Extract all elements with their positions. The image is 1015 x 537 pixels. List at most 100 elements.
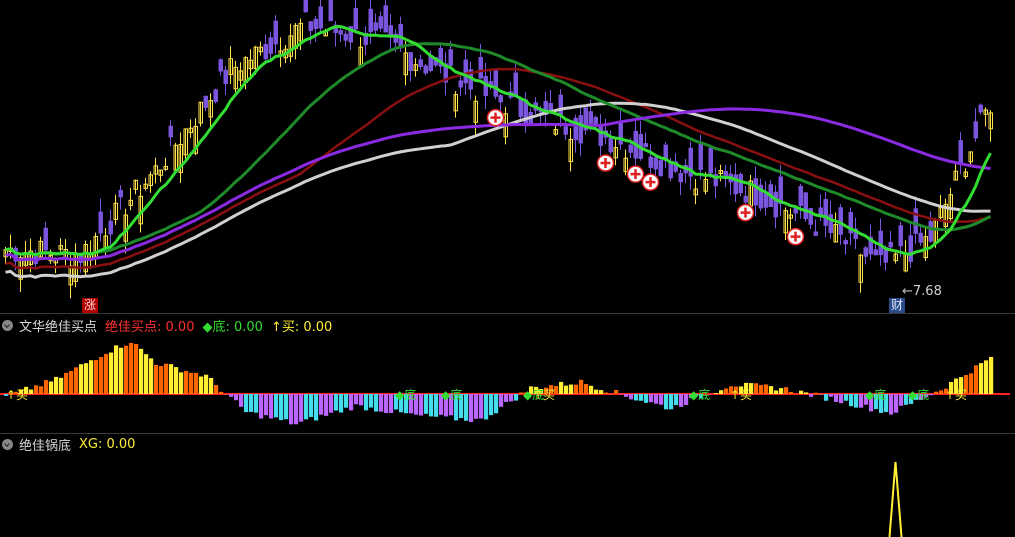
oscillator-bar [434, 394, 439, 417]
bottom-value: ◆底: 0.00 [202, 319, 263, 335]
oscillator-bar [639, 394, 644, 401]
candle-body [743, 195, 748, 203]
oscillator-bar [764, 384, 769, 394]
oscillator-bar [164, 363, 169, 394]
indicator1-title[interactable]: 文华绝佳买点 [19, 316, 97, 335]
oscillator-bar [144, 354, 149, 394]
candle-body [423, 65, 428, 74]
candle-body [563, 126, 568, 135]
candle-body [608, 137, 613, 153]
oscillator-bar [44, 380, 49, 394]
oscillator-bar [329, 394, 334, 413]
oscillator-bar [264, 394, 269, 416]
indicator1-header: 文华绝佳买点 绝佳买点: 0.00 ◆底: 0.00 ↑买: 0.00 [0, 315, 340, 335]
oscillator-bar [54, 376, 59, 394]
candle-body [513, 72, 518, 98]
oscillator-bar [584, 383, 589, 394]
candle-body [753, 178, 758, 206]
oscillator-bar [369, 394, 374, 408]
collapse-chevron-icon[interactable] [2, 319, 13, 331]
oscillator-bars [0, 342, 1010, 425]
xg-value: XG: 0.00 [79, 436, 136, 452]
candle-body [973, 121, 978, 139]
oscillator-bar [509, 394, 514, 402]
oscillator-bar [159, 366, 164, 394]
oscillator-bar [349, 394, 354, 411]
candle-body [378, 16, 383, 29]
candle-body [368, 8, 373, 33]
candle-body [908, 235, 913, 262]
candle-body [478, 57, 483, 79]
oscillator-bar [99, 357, 104, 394]
oscillator-bar [254, 394, 259, 413]
oscillator-bar [279, 394, 284, 421]
oscillator-bar [269, 394, 274, 419]
oscillator-bar [654, 394, 659, 404]
oscillator-bar [464, 394, 469, 421]
oscillator-bar [559, 381, 564, 394]
oscillator-bar [969, 373, 974, 394]
indicator2-title[interactable]: 绝佳锅底 [19, 435, 71, 454]
oscillator-bar [649, 394, 654, 403]
candle-body [918, 232, 923, 243]
oscillator-bar [384, 394, 389, 414]
oscillator-bar [634, 394, 639, 401]
ma-white-line [5, 101, 991, 279]
oscillator-bar [834, 394, 839, 402]
candle-body [588, 111, 593, 124]
panel-separator [0, 313, 1015, 314]
oscillator-bar [804, 392, 809, 394]
buy-value: ↑买: 0.00 [270, 319, 333, 335]
oscillator-bar [309, 394, 314, 417]
buy-markers [486, 108, 805, 246]
finance-badge[interactable]: 财 [889, 298, 906, 313]
oscillator-bar [149, 358, 154, 394]
candle-body [628, 144, 633, 153]
candle-body [338, 30, 343, 35]
oscillator-bar [614, 390, 619, 394]
oscillator-bar [109, 352, 114, 394]
candle-body [108, 220, 113, 235]
bottom-signal-label: ◆底 [865, 387, 886, 402]
oscillator-bar [859, 394, 864, 408]
oscillator-bar [899, 394, 904, 406]
oscillator-bar [674, 394, 679, 406]
oscillator-bar [474, 394, 479, 419]
collapse-chevron-icon[interactable] [2, 438, 13, 450]
oscillator-bar [504, 394, 509, 402]
candle-body [928, 221, 933, 242]
oscillator-bar [249, 394, 254, 412]
bottom-signal-label: ◆底 [908, 387, 929, 402]
buy-point-value: 绝佳买点: 0.00 [105, 319, 195, 335]
candle-body [978, 104, 983, 113]
buy-signal-label: ↑买 [730, 388, 752, 402]
rise-badge[interactable]: 涨 [82, 298, 99, 313]
buy-signal-label: ↑买 [945, 388, 967, 402]
oscillator-bar [799, 390, 804, 394]
oscillator-bar [319, 394, 324, 415]
candle-body [888, 241, 893, 248]
oscillator-bar [214, 385, 219, 394]
oscillator-bar [354, 394, 359, 405]
oscillator-bar [104, 353, 109, 394]
candle-body [493, 69, 498, 97]
candle-body [823, 199, 828, 226]
candle-body [408, 52, 413, 71]
candlestick-series [3, 0, 993, 299]
candle-body [598, 124, 603, 146]
candle-body [458, 80, 463, 88]
oscillator-bar [644, 394, 649, 403]
oscillator-bar [199, 376, 204, 394]
oscillator-bar [929, 394, 934, 396]
candle-body [268, 37, 273, 54]
oscillator-bar [344, 394, 349, 408]
oscillator-bar [184, 370, 189, 394]
oscillator-bar [789, 391, 794, 394]
candle-body [843, 240, 848, 245]
oscillator-bar [304, 394, 309, 420]
oscillator-bar [499, 394, 504, 407]
oscillator-bar [809, 394, 814, 397]
oscillator-bar [479, 394, 484, 419]
oscillator-bar [844, 394, 849, 401]
oscillator-bar [429, 394, 434, 417]
